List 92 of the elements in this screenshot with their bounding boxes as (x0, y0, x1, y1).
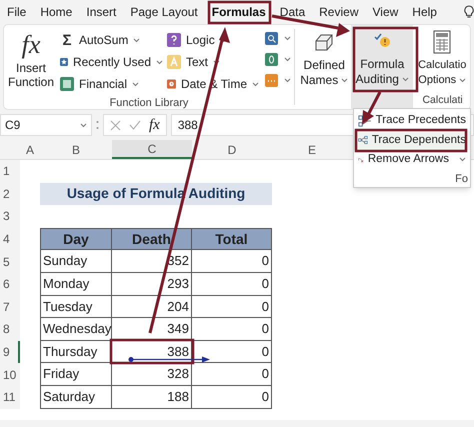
sigma-icon: Σ (60, 32, 74, 48)
clock-icon (167, 77, 176, 91)
menu-item[interactable]: Remove Arrows (354, 150, 470, 170)
check-warning-icon (373, 31, 392, 49)
menu-tab[interactable]: Help (411, 3, 438, 21)
menu-item[interactable]: Trace Dependents (354, 130, 470, 150)
name-box[interactable]: C9 (0, 114, 92, 136)
table-cell: Friday (40, 363, 112, 386)
caret-icon (133, 38, 140, 42)
defined-names-button[interactable]: Defined Names (299, 25, 350, 109)
table-cell: 204 (112, 296, 192, 318)
caret-icon (284, 78, 291, 83)
ribbon-button[interactable] (265, 74, 291, 87)
search-icon (265, 32, 278, 45)
theta-icon (265, 53, 278, 66)
table-cell: 0 (192, 386, 272, 409)
highlight-frame (208, 0, 272, 24)
table-header: Total (192, 228, 272, 250)
caret-icon (156, 60, 163, 64)
insert-function-button[interactable]: fx (149, 114, 160, 136)
row-header[interactable]: 7 (0, 296, 20, 318)
menu-tab[interactable]: Home (39, 3, 74, 21)
ribbon-button[interactable]: Text (167, 51, 259, 73)
table-cell: Monday (40, 272, 112, 296)
group-label: Function Library (108, 96, 190, 111)
table-cell: Sunday (40, 250, 112, 273)
row-header[interactable]: 2 (0, 182, 20, 206)
menu-tab[interactable]: Data (278, 3, 306, 21)
table-header: Day (40, 228, 112, 250)
table-cell: Tuesday (40, 296, 112, 318)
caret-icon (284, 57, 291, 62)
column-header[interactable]: E (272, 140, 352, 159)
lightbulb-icon[interactable] (464, 4, 474, 20)
row-header[interactable]: 3 (0, 205, 20, 228)
table-cell: 0 (192, 296, 272, 318)
column-header[interactable]: D (192, 140, 272, 159)
table-cell: Thursday (40, 340, 112, 364)
table-cell: 188 (112, 386, 192, 409)
calculation-options-button[interactable]: Calculatio Options (414, 25, 470, 94)
row-header[interactable]: 10 (0, 363, 20, 386)
caret-icon (341, 78, 348, 83)
column-header[interactable]: B (40, 140, 112, 159)
row-header[interactable]: 9 (0, 340, 20, 364)
table-cell: 0 (192, 363, 272, 386)
table-cell: 293 (112, 272, 192, 296)
calculator-icon (433, 30, 452, 54)
menu-tab[interactable]: Insert (85, 3, 118, 21)
row-header[interactable]: 11 (0, 386, 20, 409)
ribbon-button[interactable] (265, 32, 291, 45)
row-header[interactable]: 6 (0, 272, 20, 296)
menu-tab[interactable]: Page Layout (129, 3, 199, 21)
table-cell: 349 (112, 318, 192, 341)
table-cell: 328 (112, 363, 192, 386)
dropdown-caret[interactable] (459, 157, 466, 162)
book-icon (60, 77, 74, 91)
menu-tab[interactable]: File (6, 3, 28, 21)
menu-tab[interactable]: Formulas (210, 3, 267, 21)
table-cell: 0 (192, 318, 272, 341)
table-cell: Saturday (40, 386, 112, 409)
ribbon-button[interactable] (265, 53, 291, 66)
group-label: Fo (454, 172, 469, 186)
row-header[interactable]: 4 (0, 228, 20, 250)
menu-tab[interactable]: View (372, 3, 400, 21)
more-icon (96, 120, 99, 130)
ribbon-button[interactable]: Recently Used (60, 51, 163, 73)
ribbon-button[interactable]: Σ AutoSum (60, 29, 163, 51)
check-icon[interactable] (129, 120, 141, 130)
caret-icon (284, 36, 291, 41)
insert-function-button[interactable]: fx Insert Function (4, 29, 58, 95)
highlight-frame (352, 26, 418, 92)
caret-icon (213, 60, 220, 64)
caret-icon (459, 78, 466, 83)
row-header[interactable]: 1 (0, 160, 20, 183)
caret-icon (252, 82, 259, 86)
cancel-icon[interactable] (110, 120, 121, 130)
table-header: Death (112, 228, 192, 250)
column-header[interactable]: A (20, 140, 40, 159)
column-header[interactable]: C (112, 140, 192, 159)
row-header[interactable]: 8 (0, 318, 20, 341)
caret-icon (459, 157, 466, 162)
table-cell: 0 (192, 272, 272, 296)
caret-icon (132, 82, 140, 86)
caret-icon (80, 122, 87, 128)
menu-tab[interactable]: Review (318, 3, 360, 21)
ellipsis-icon (265, 74, 278, 87)
ribbon-button[interactable]: Financial (60, 73, 163, 95)
question-icon (167, 33, 181, 47)
caret-icon (402, 77, 409, 82)
letter-a-icon (167, 55, 181, 69)
table-cell: 0 (192, 250, 272, 273)
group-label: Calculati (421, 93, 464, 108)
row-header[interactable]: 5 (0, 250, 20, 273)
